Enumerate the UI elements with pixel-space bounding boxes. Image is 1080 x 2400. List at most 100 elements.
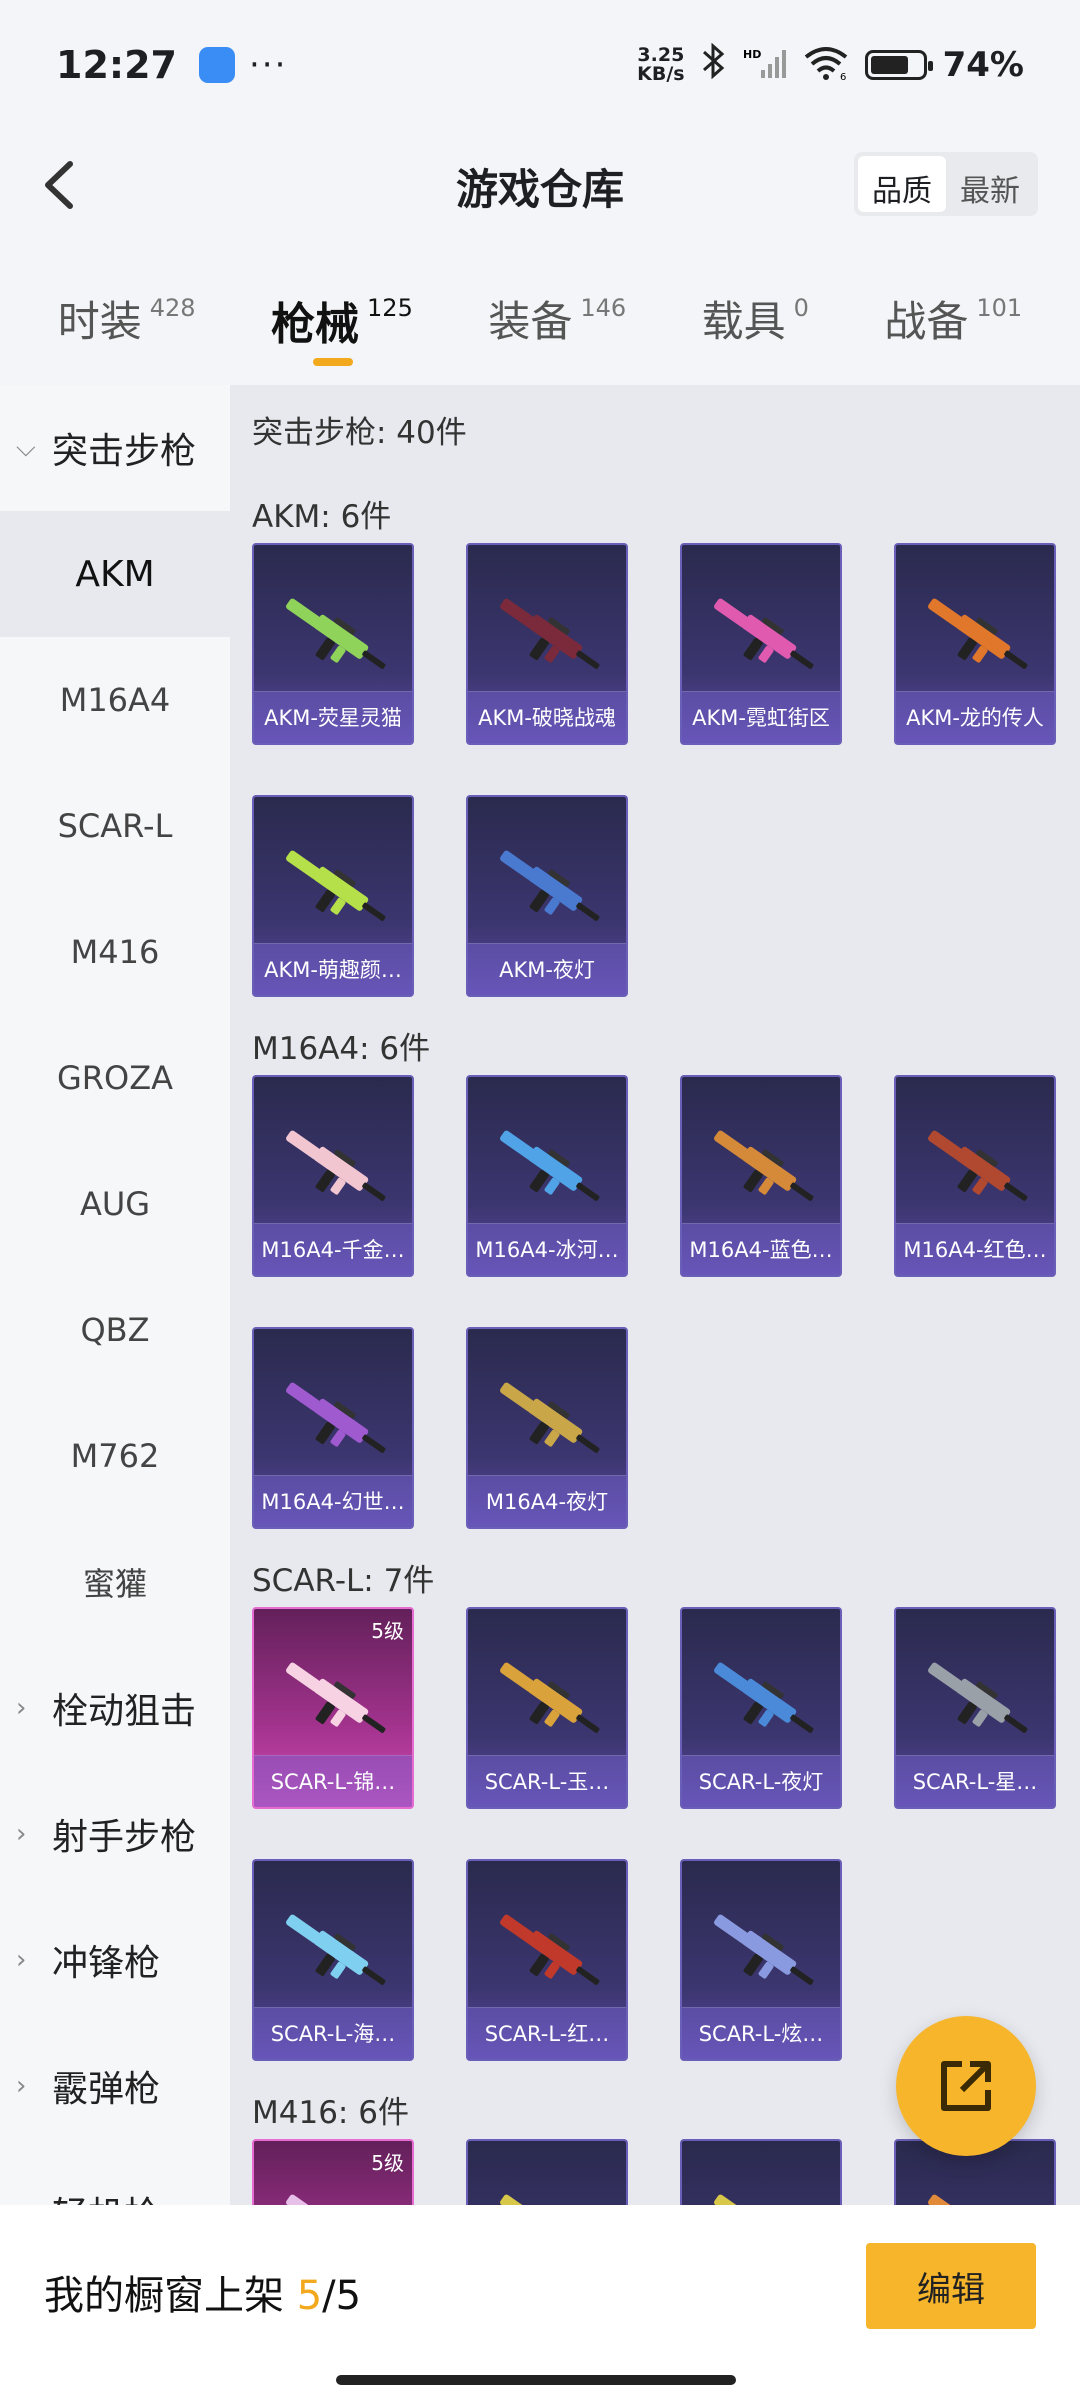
rifle-icon — [272, 1649, 398, 1749]
rifle-icon — [272, 1901, 398, 2001]
share-external-icon — [941, 2061, 991, 2111]
weapon-card[interactable]: AKM-荧星灵猫 — [252, 543, 414, 745]
sidebar-item-groza[interactable]: GROZA — [0, 1015, 230, 1141]
share-button[interactable] — [896, 2016, 1036, 2156]
weapon-card[interactable] — [680, 2139, 842, 2205]
chevron-down-icon: ⌵ — [16, 432, 36, 463]
rifle-icon — [914, 585, 1040, 685]
sidebar-item-aug[interactable]: AUG — [0, 1141, 230, 1267]
weapon-name: AKM-霓虹街区 — [682, 691, 840, 743]
tab-supplies[interactable]: 战备 101 — [884, 270, 1022, 380]
rifle-icon — [914, 2181, 1040, 2205]
rifle-icon — [272, 837, 398, 937]
weapon-card[interactable]: SCAR-L-星… — [894, 1607, 1056, 1809]
rifle-icon — [486, 1649, 612, 1749]
sidebar-item-scar-l[interactable]: SCAR-L — [0, 763, 230, 889]
sidebar-category-smg[interactable]: › 冲锋枪 — [0, 1897, 230, 2023]
more-notifications-icon: ··· — [248, 45, 288, 85]
sidebar-item-akm[interactable]: AKM — [0, 511, 230, 637]
weapon-name: M16A4-蓝色… — [682, 1223, 840, 1275]
rifle-icon — [486, 2181, 612, 2205]
weapon-name: M16A4-幻世… — [254, 1475, 412, 1527]
sort-by-newest[interactable]: 最新 — [946, 156, 1034, 212]
sidebar-item-m16a4[interactable]: M16A4 — [0, 637, 230, 763]
sidebar-category-dmr[interactable]: › 射手步枪 — [0, 1771, 230, 1897]
edit-button[interactable]: 编辑 — [866, 2243, 1036, 2329]
sidebar-item-qbz[interactable]: QBZ — [0, 1267, 230, 1393]
rifle-icon — [700, 1901, 826, 2001]
level-badge: 5级 — [371, 1619, 404, 1643]
weapon-card[interactable]: SCAR-L-海… — [252, 1859, 414, 2061]
weapon-name: AKM-荧星灵猫 — [254, 691, 412, 743]
rifle-icon — [486, 1117, 612, 1217]
bottom-bar: 我的橱窗上架 5/5 编辑 — [0, 2205, 1080, 2400]
weapon-card[interactable]: AKM-萌趣颜… — [252, 795, 414, 997]
sidebar-category-bolt-action[interactable]: › 栓动狙击 — [0, 1645, 230, 1771]
weapon-card[interactable]: SCAR-L-玉… — [466, 1607, 628, 1809]
sidebar-category-shotgun[interactable]: › 霰弹枪 — [0, 2023, 230, 2149]
header: 游戏仓库 品质 最新 — [0, 130, 1080, 240]
tab-outfits[interactable]: 时装 428 — [58, 270, 196, 380]
weapon-name: AKM-龙的传人 — [896, 691, 1054, 743]
clock: 12:27 — [56, 43, 177, 87]
svg-text:HD: HD — [743, 48, 761, 61]
bluetooth-icon — [701, 42, 727, 87]
weapon-card[interactable]: SCAR-L-夜灯 — [680, 1607, 842, 1809]
weapon-card[interactable]: M16A4-冰河… — [466, 1075, 628, 1277]
weapon-card[interactable]: M16A4-蓝色… — [680, 1075, 842, 1277]
chevron-right-icon: › — [16, 1693, 27, 1723]
sidebar-category-assault-rifle[interactable]: ⌵ 突击步枪 — [0, 385, 230, 511]
active-tab-indicator — [313, 358, 354, 366]
weapon-card[interactable]: 5级 — [252, 2139, 414, 2205]
tab-firearms[interactable]: 枪械 125 — [271, 270, 413, 380]
weapon-card[interactable]: M16A4-红色… — [894, 1075, 1056, 1277]
level-badge: 5级 — [371, 2151, 404, 2175]
rifle-icon — [700, 1117, 826, 1217]
weapon-content: 突击步枪: 40件 AKM: 6件 AKM-荧星灵猫 AKM-破晓战魂 AKM-霓虹街… — [230, 385, 1080, 2205]
weapon-name: M16A4-冰河… — [468, 1223, 626, 1275]
tab-equipment[interactable]: 装备 146 — [488, 270, 626, 380]
weapon-card[interactable]: AKM-霓虹街区 — [680, 543, 842, 745]
weapon-card[interactable]: 5级 SCAR-L-锦… — [252, 1607, 414, 1809]
sidebar-item-m762[interactable]: M762 — [0, 1393, 230, 1519]
sidebar-item-m416[interactable]: M416 — [0, 889, 230, 1015]
rifle-icon — [486, 1901, 612, 2001]
weapon-groups: AKM: 6件 AKM-荧星灵猫 AKM-破晓战魂 AKM-霓虹街区 AKM-龙的传人 A… — [252, 491, 1080, 2205]
weapon-name: M16A4-红色… — [896, 1223, 1054, 1275]
chevron-right-icon: › — [16, 1819, 27, 1849]
weapon-card[interactable]: M16A4-幻世… — [252, 1327, 414, 1529]
category-tabs: 时装 428 枪械 125 装备 146 载具 0 战备 101 — [0, 270, 1080, 380]
weapon-name: SCAR-L-星… — [896, 1755, 1054, 1807]
rifle-icon — [272, 1117, 398, 1217]
signal-icon: HD — [743, 46, 787, 84]
group-title: M16A4: 6件 — [252, 1031, 431, 1067]
weapon-card[interactable]: AKM-龙的传人 — [894, 543, 1056, 745]
chevron-right-icon: › — [16, 2197, 52, 2205]
weapon-name: SCAR-L-海… — [254, 2007, 412, 2059]
network-speed: 3.25 KB/s — [637, 44, 685, 85]
weapon-card[interactable]: M16A4-千金… — [252, 1075, 414, 1277]
chevron-right-icon: › — [16, 2071, 27, 2101]
home-indicator[interactable] — [336, 2375, 736, 2385]
rifle-icon — [272, 585, 398, 685]
weapon-grid: 5级 SCAR-L-锦… SCAR-L-玉… SCAR-L-夜灯 SCAR-L-星… SC… — [252, 1607, 1080, 2061]
group-title: AKM: 6件 — [252, 499, 392, 535]
weapon-name: SCAR-L-红… — [468, 2007, 626, 2059]
sidebar-category-lmg[interactable]: ›轻机枪 — [0, 2149, 230, 2205]
rifle-icon — [914, 1649, 1040, 1749]
weapon-card[interactable]: SCAR-L-红… — [466, 1859, 628, 2061]
weapon-card[interactable]: AKM-夜灯 — [466, 795, 628, 997]
rifle-icon — [486, 837, 612, 937]
app-notification-icon — [198, 47, 235, 83]
weapon-card[interactable]: SCAR-L-炫… — [680, 1859, 842, 2061]
battery-icon — [864, 50, 933, 80]
weapon-card[interactable] — [466, 2139, 628, 2205]
weapon-grid: AKM-荧星灵猫 AKM-破晓战魂 AKM-霓虹街区 AKM-龙的传人 AKM-萌趣颜…… — [252, 543, 1080, 997]
sidebar-item-honey-badger[interactable]: 蜜獾 — [0, 1519, 230, 1645]
weapon-card[interactable]: M16A4-夜灯 — [466, 1327, 628, 1529]
category-summary: 突击步枪: 40件 — [252, 415, 467, 451]
weapon-card[interactable]: AKM-破晓战魂 — [466, 543, 628, 745]
tab-vehicles[interactable]: 载具 0 — [702, 270, 809, 380]
rifle-icon — [272, 2181, 398, 2205]
sort-by-quality[interactable]: 品质 — [858, 156, 946, 212]
